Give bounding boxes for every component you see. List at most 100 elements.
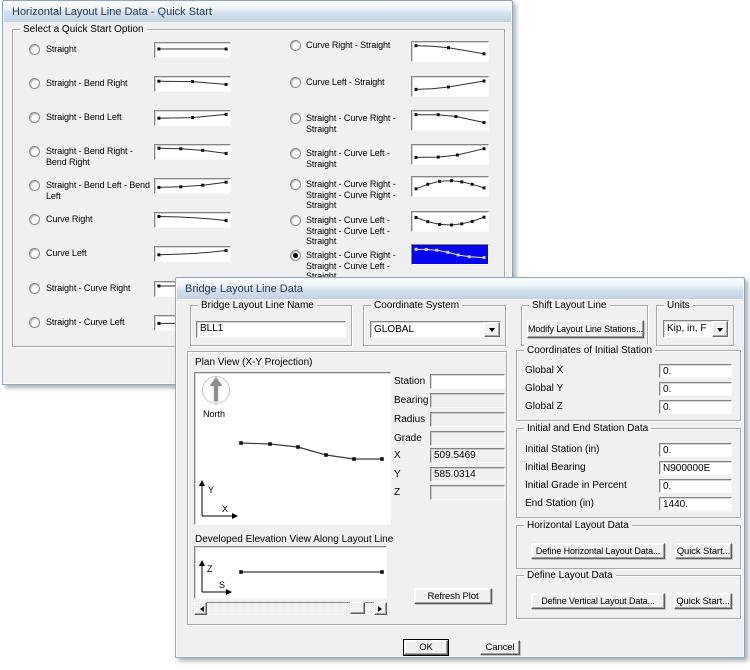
quick-start-option-radio[interactable] <box>290 179 301 190</box>
quick-start-option-radio[interactable] <box>29 283 40 294</box>
scrollbar-thumb[interactable] <box>350 602 365 614</box>
coordinate-system-value: GLOBAL <box>371 322 484 337</box>
initial-bearing-label: Initial Bearing <box>525 462 586 474</box>
quick-start-option-label[interactable]: Straight - Bend Right - Bend Right <box>46 146 150 167</box>
quick-start-option-label[interactable]: Straight - Curve Right - Straight <box>306 113 407 134</box>
chevron-down-icon[interactable] <box>484 322 500 337</box>
y-label: Y <box>394 469 401 481</box>
quick-start-option-radio[interactable] <box>29 112 40 123</box>
scroll-left-icon[interactable] <box>194 602 207 615</box>
quick-start-option-radio[interactable] <box>29 44 40 55</box>
radius-field <box>430 412 505 427</box>
initial-grade-in-percent-field[interactable]: 0. <box>659 479 732 493</box>
end-station-in-label: End Station (in) <box>525 498 594 510</box>
quick-start-option-label[interactable]: Straight - Curve Right - Straight - Curv… <box>306 179 407 211</box>
quick-start-option-label[interactable]: Straight <box>46 44 150 55</box>
quick-start-option-label[interactable]: Straight - Curve Left <box>46 317 150 328</box>
bearing-field <box>430 393 505 408</box>
bridge-name-input[interactable]: BLL1 <box>196 321 346 338</box>
bridge-dialog-titlebar[interactable]: Bridge Layout Line Data <box>177 279 743 299</box>
bridge-name-group: Bridge Layout Line Name BLL1 <box>190 305 352 346</box>
quick-start-option-radio[interactable] <box>290 148 301 159</box>
initial-coordinates-group-label: Coordinates of Initial Station <box>524 344 655 357</box>
shift-layout-line-group-label: Shift Layout Line <box>529 299 610 312</box>
quick-start-option-label[interactable]: Curve Right - Straight <box>306 40 407 51</box>
scroll-right-icon[interactable] <box>374 602 387 615</box>
quick-start-option-preview <box>154 178 231 194</box>
station-label: Station <box>394 376 425 388</box>
global-y-field[interactable]: 0. <box>659 382 732 396</box>
bridge-layout-line-dialog: Bridge Layout Line Data Bridge Layout Li… <box>175 277 745 658</box>
units-select[interactable]: Kip, in, F <box>663 320 729 338</box>
quick-start-option-radio[interactable] <box>290 77 301 88</box>
quick-start-option-preview <box>411 244 489 265</box>
plan-view-plot: NorthYX <box>194 372 391 525</box>
coordinate-system-select[interactable]: GLOBAL <box>370 321 501 338</box>
quick-start-option-label[interactable]: Straight - Bend Right <box>46 78 150 89</box>
initial-station-in-field[interactable]: 0. <box>659 443 732 457</box>
horizontal-layout-group-label: Horizontal Layout Data <box>524 519 632 532</box>
ok-button[interactable]: OK <box>404 640 448 655</box>
quick-start-option-label[interactable]: Straight - Curve Right <box>46 283 150 294</box>
quick-start-option-preview <box>154 144 231 160</box>
global-z-field[interactable]: 0. <box>659 400 732 414</box>
quick-start-option-radio[interactable] <box>29 78 40 89</box>
station-data-group: Initial and End Station Data Initial Sta… <box>516 428 741 518</box>
define-horizontal-layout-data-button[interactable]: Define Horizontal Layout Data... <box>531 543 665 559</box>
quick-start-option-radio[interactable] <box>290 215 301 226</box>
grade-label: Grade <box>394 433 422 445</box>
units-value: Kip, in, F <box>664 321 712 337</box>
scrollbar-track[interactable] <box>207 602 374 615</box>
quick-start-option-radio[interactable] <box>29 146 40 157</box>
svg-text:North: North <box>203 409 225 419</box>
quick-start-titlebar[interactable]: Horizontal Layout Line Data - Quick Star… <box>4 2 511 22</box>
quick-start-option-radio[interactable] <box>290 250 301 261</box>
cancel-button[interactable]: Cancel <box>480 640 520 655</box>
vertical-quick-start-button[interactable]: Quick Start... <box>674 593 732 609</box>
radius-label: Radius <box>394 414 425 426</box>
quick-start-option-radio[interactable] <box>29 180 40 191</box>
quick-start-option-radio[interactable] <box>290 40 301 51</box>
global-x-field[interactable]: 0. <box>659 364 732 378</box>
quick-start-option-label[interactable]: Curve Left - Straight <box>306 77 407 88</box>
quick-start-option-preview <box>411 144 489 165</box>
initial-grade-in-percent-label: Initial Grade in Percent <box>525 480 627 492</box>
plot-group: Plan View (X-Y Projection) NorthYX Devel… <box>187 351 507 625</box>
define-vertical-layout-data-button[interactable]: Define Vertical Layout Data... <box>531 593 665 609</box>
coordinate-system-group: Coordinate System GLOBAL <box>363 305 506 346</box>
end-station-in-field[interactable]: 1440. <box>659 497 732 511</box>
quick-start-option-radio[interactable] <box>29 248 40 259</box>
quick-start-option-radio[interactable] <box>29 317 40 328</box>
quick-start-option-radio[interactable] <box>29 214 40 225</box>
refresh-plot-button[interactable]: Refresh Plot <box>414 588 492 604</box>
units-group: Units Kip, in, F <box>656 305 734 346</box>
station-field[interactable] <box>430 374 505 389</box>
z-label: Z <box>394 487 400 499</box>
svg-text:Y: Y <box>208 485 214 495</box>
horizontal-quick-start-button[interactable]: Quick Start... <box>675 543 732 559</box>
elevation-scrollbar[interactable] <box>194 602 387 615</box>
initial-station-in-label: Initial Station (in) <box>525 444 599 456</box>
modify-layout-line-stations-button[interactable]: Modify Layout Line Stations... <box>527 320 644 338</box>
initial-bearing-field[interactable]: N900000E <box>659 461 732 475</box>
quick-start-option-label[interactable]: Straight - Bend Left - Bend Left <box>46 180 150 201</box>
quick-start-option-preview <box>154 110 231 126</box>
x-label: X <box>394 450 401 462</box>
quick-start-option-label[interactable]: Curve Left <box>46 248 150 259</box>
elevation-view-plot: ZS <box>194 546 387 599</box>
quick-start-option-label[interactable]: Straight - Curve Left - Straight - Curve… <box>306 215 407 247</box>
x-field: 509.5469 <box>430 448 505 463</box>
svg-text:S: S <box>219 580 225 590</box>
chevron-down-icon[interactable] <box>712 321 728 337</box>
quick-start-option-preview <box>154 76 231 92</box>
quick-start-option-radio[interactable] <box>290 113 301 124</box>
quick-start-option-label[interactable]: Straight - Bend Left <box>46 112 150 123</box>
svg-text:Z: Z <box>207 564 213 574</box>
quick-start-option-label[interactable]: Curve Right <box>46 214 150 225</box>
quick-start-option-preview <box>154 246 231 262</box>
quick-start-option-preview <box>411 211 489 232</box>
quick-start-option-label[interactable]: Straight - Curve Left - Straight <box>306 148 407 169</box>
global-y-label: Global Y <box>525 383 563 395</box>
grade-field <box>430 431 505 446</box>
quick-start-option-preview <box>154 212 231 228</box>
